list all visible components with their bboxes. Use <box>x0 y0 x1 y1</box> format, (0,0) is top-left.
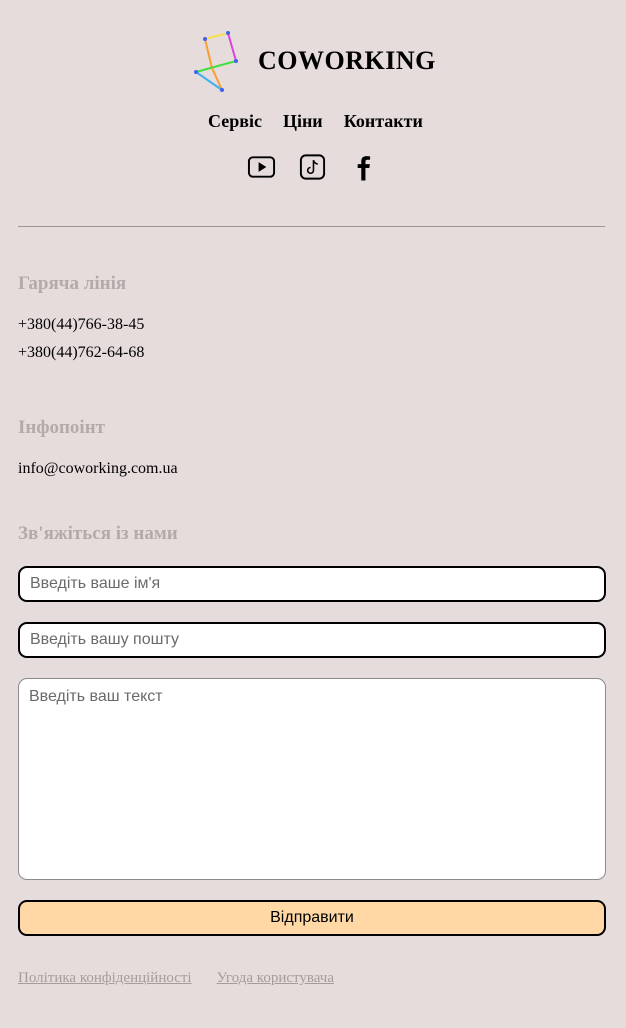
infopoint-email[interactable]: info@coworking.com.ua <box>18 460 178 478</box>
page: COWORKING Сервіс Ціни Контакти Гаряча лі… <box>0 0 626 1028</box>
footer-links: Політика конфіденційності Угода користув… <box>18 970 334 987</box>
header-divider <box>18 226 605 227</box>
hotline-phone-1[interactable]: +380(44)766-38-45 <box>18 316 144 334</box>
facebook-icon <box>357 156 371 181</box>
tiktok-link[interactable] <box>298 152 327 182</box>
privacy-policy-link[interactable]: Політика конфіденційності <box>18 970 192 987</box>
infopoint-title: Інфопоінт <box>18 417 105 438</box>
email-input[interactable] <box>18 622 606 658</box>
youtube-icon <box>247 156 276 178</box>
name-input[interactable] <box>18 566 606 602</box>
submit-button[interactable]: Відправити <box>18 900 606 936</box>
facebook-link[interactable] <box>349 152 378 182</box>
nav-item-prices[interactable]: Ціни <box>283 111 323 132</box>
youtube-link[interactable] <box>247 152 276 182</box>
tiktok-icon <box>299 154 326 180</box>
user-agreement-link[interactable]: Угода користувача <box>217 970 334 987</box>
nav-item-service[interactable]: Сервіс <box>208 111 262 132</box>
nav-item-contacts[interactable]: Контакти <box>344 111 423 132</box>
coworking-logo-icon <box>194 31 238 92</box>
social-links <box>247 152 378 182</box>
contact-form-title: Зв'яжіться із нами <box>18 523 178 544</box>
main-nav: Сервіс Ціни Контакти <box>208 111 423 132</box>
hotline-title: Гаряча лінія <box>18 273 127 294</box>
brand-name: COWORKING <box>258 46 436 75</box>
brand[interactable]: COWORKING <box>192 28 436 94</box>
hotline-phone-2[interactable]: +380(44)762-64-68 <box>18 344 144 362</box>
message-textarea[interactable] <box>18 678 606 880</box>
